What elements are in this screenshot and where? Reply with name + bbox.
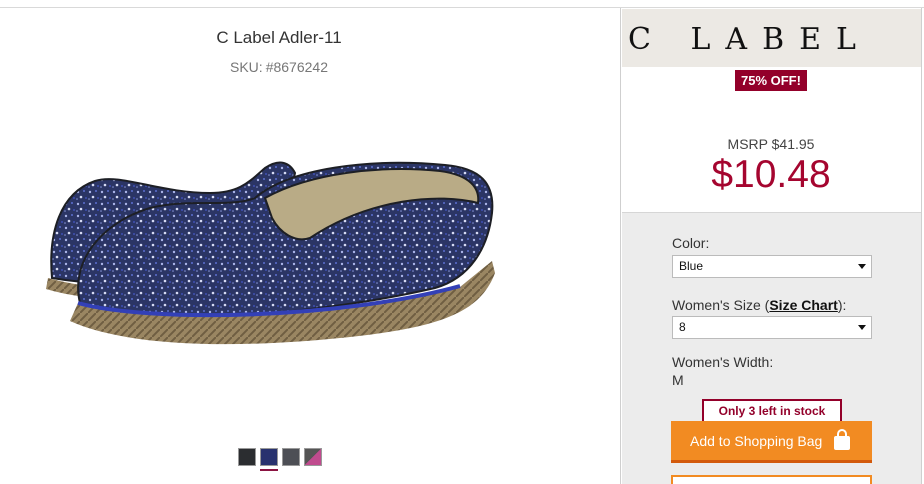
discount-badge: 75% OFF! bbox=[735, 70, 807, 91]
purchase-panel: C LABEL 75% OFF! MSRP $41.95 $10.48 Colo… bbox=[620, 8, 922, 484]
product-image-area: C Label Adler-11 SKU: #8676242 bbox=[0, 8, 620, 484]
size-select[interactable]: 8 bbox=[672, 316, 872, 339]
stock-badge: Only 3 left in stock bbox=[702, 399, 842, 421]
sku-label: SKU: bbox=[230, 59, 263, 75]
brand-logo-text: C LABEL bbox=[628, 22, 871, 57]
swatch-pink[interactable] bbox=[304, 448, 322, 466]
secondary-action-button[interactable] bbox=[671, 475, 872, 484]
size-label: Women's Size (Size Chart): bbox=[672, 297, 846, 313]
width-label: Women's Width: bbox=[672, 354, 774, 370]
color-label: Color: bbox=[672, 235, 710, 251]
color-select[interactable]: Blue bbox=[672, 255, 872, 278]
swatch-item[interactable] bbox=[304, 448, 322, 466]
add-to-bag-label: Add to Shopping Bag bbox=[690, 433, 823, 449]
size-chart-link[interactable]: Size Chart bbox=[769, 297, 837, 313]
sale-price: $10.48 bbox=[711, 153, 831, 196]
size-select-value: 8 bbox=[679, 320, 686, 334]
size-label-prefix: Women's Size ( bbox=[672, 297, 770, 313]
color-swatches bbox=[238, 448, 322, 471]
swatch-grey[interactable] bbox=[282, 448, 300, 466]
chevron-down-icon bbox=[858, 325, 866, 330]
shopping-bag-icon bbox=[834, 429, 850, 450]
swatch-item[interactable] bbox=[238, 448, 256, 466]
color-select-value: Blue bbox=[679, 259, 704, 273]
size-label-suffix: ): bbox=[837, 297, 847, 313]
chevron-down-icon bbox=[858, 264, 866, 269]
espadrille-shoe-image[interactable] bbox=[40, 153, 510, 368]
swatch-item-selected[interactable] bbox=[260, 448, 278, 471]
swatch-navy[interactable] bbox=[260, 448, 278, 466]
sku-line: SKU: #8676242 bbox=[0, 59, 558, 75]
product-options: Color: Blue Women's Size (Size Chart): 8… bbox=[622, 212, 921, 484]
width-value: M bbox=[672, 372, 684, 388]
msrp-text: MSRP $41.95 bbox=[727, 136, 815, 152]
sku-value: #8676242 bbox=[265, 59, 328, 75]
swatch-black[interactable] bbox=[238, 448, 256, 466]
swatch-item[interactable] bbox=[282, 448, 300, 466]
brand-logo[interactable]: C LABEL bbox=[622, 9, 921, 67]
add-to-bag-button[interactable]: Add to Shopping Bag bbox=[671, 421, 872, 463]
product-title: C Label Adler-11 bbox=[216, 28, 342, 47]
